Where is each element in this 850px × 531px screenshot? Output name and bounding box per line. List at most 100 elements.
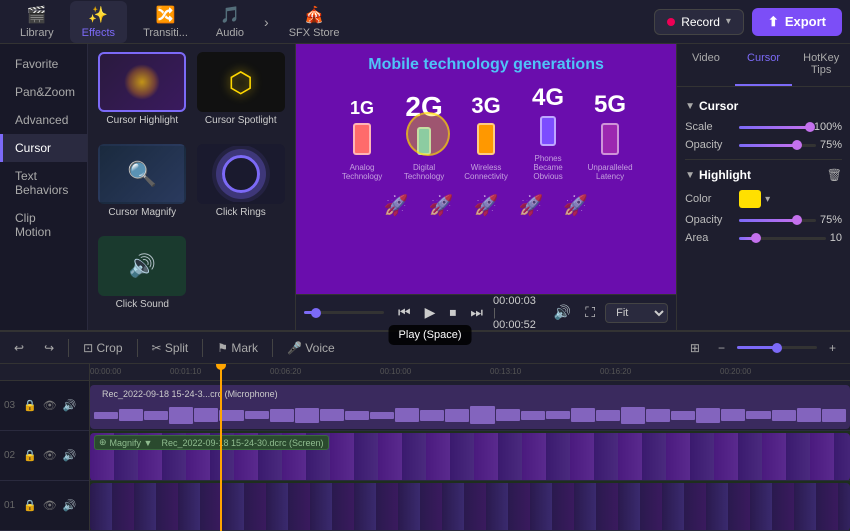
skip-forward-button[interactable]: ⏭ xyxy=(466,302,487,323)
track-02-lock-button[interactable]: 🔒 xyxy=(22,448,38,463)
main-area: Favorite Pan&Zoom Advanced Cursor Text B… xyxy=(0,44,850,330)
magnify-badge: ⊕ Magnify ▼ Rec_2022-09-18 15-24-30.dcrc… xyxy=(94,435,329,450)
record-dropdown-icon: ▾ xyxy=(726,16,731,27)
zoom-slider[interactable] xyxy=(737,346,817,349)
tab-cursor[interactable]: Cursor xyxy=(735,44,793,86)
opacity-thumb xyxy=(792,140,802,150)
click-sound-thumb xyxy=(98,236,186,296)
tab-video[interactable]: Video xyxy=(677,44,735,86)
scale-slider[interactable] xyxy=(739,126,810,129)
preview-title: Mobile technology generations xyxy=(368,56,604,74)
track-body: 00:00:00 00:01:10 00:06:20 00:10:00 00:1… xyxy=(90,364,850,531)
track-03-eye-button[interactable]: 👁 xyxy=(42,398,58,413)
track-03-label: 03 🔒 👁 🔊 xyxy=(0,381,89,431)
nav-panzoom[interactable]: Pan&Zoom xyxy=(0,78,87,106)
track-03-lock-button[interactable]: 🔒 xyxy=(22,398,38,413)
phone-3g xyxy=(477,123,495,155)
highlight-opacity-slider[interactable] xyxy=(739,219,816,222)
voice-button[interactable]: 🎤 Voice xyxy=(281,339,341,357)
preview-right-controls: 🔊 ⛶ Fit 100% 75% xyxy=(550,302,668,323)
tab-transitions[interactable]: 🔀 Transiti... xyxy=(131,1,200,43)
nav-clip[interactable]: Clip Motion xyxy=(0,204,87,246)
more-tabs-icon[interactable]: › xyxy=(260,10,273,34)
preview-progress-bar[interactable] xyxy=(304,311,384,314)
nav-favorite[interactable]: Favorite xyxy=(0,50,87,78)
effect-cursor-spotlight[interactable]: Cursor Spotlight xyxy=(195,52,288,138)
stop-button[interactable]: ⏹ xyxy=(445,302,460,323)
split-button[interactable]: ✂ Split xyxy=(146,339,195,357)
cursor-section-header: ▼ Cursor xyxy=(685,99,842,113)
tab-hotkey-tips[interactable]: HotKey Tips xyxy=(792,44,850,86)
toolbar-sep-4 xyxy=(272,339,273,357)
play-button[interactable]: ▶ Play (Space) xyxy=(421,302,440,323)
scale-fill xyxy=(739,126,810,129)
nav-cursor[interactable]: Cursor xyxy=(0,134,87,162)
skip-back-button[interactable]: ⏮ xyxy=(394,302,415,323)
nav-text[interactable]: Text Behaviors xyxy=(0,162,87,204)
track-03-row[interactable]: Rec_2022-09-18 15-24-3...crc (Microphone… xyxy=(90,381,850,431)
track-01-row[interactable] xyxy=(90,481,850,531)
track-03-audio-button[interactable]: 🔊 xyxy=(62,398,78,413)
click-rings-thumb xyxy=(197,144,285,204)
record-dot-icon xyxy=(667,18,675,26)
track-01-audio-button[interactable]: 🔊 xyxy=(62,498,78,513)
tab-audio[interactable]: 🎵 Audio xyxy=(204,1,256,43)
video-clip-02: ⊕ Magnify ▼ Rec_2022-09-18 15-24-30.dcrc… xyxy=(90,433,850,481)
tab-effects[interactable]: ✨ Effects xyxy=(70,1,127,43)
magnify-icon: ⊕ xyxy=(99,437,107,448)
cursor-opacity-row: Opacity 75% xyxy=(685,139,842,151)
phone-2g xyxy=(417,127,431,155)
nav-advanced[interactable]: Advanced xyxy=(0,106,87,134)
effect-cursor-magnify[interactable]: Cursor Magnify xyxy=(96,144,189,230)
area-slider[interactable] xyxy=(739,237,826,240)
top-toolbar: 🎬 Library ✨ Effects 🔀 Transiti... 🎵 Audi… xyxy=(0,0,850,44)
video-clip-01 xyxy=(90,483,850,531)
track-02-icons: 🔒 👁 🔊 xyxy=(22,448,77,463)
redo-button[interactable]: ↪ xyxy=(38,339,60,357)
preview-generations: 1G Analog Technology 2G Digital Technolo… xyxy=(337,84,635,181)
fullscreen-button[interactable]: ⛶ xyxy=(581,302,599,323)
zoom-thumb xyxy=(772,343,782,353)
timeline-ruler: 00:00:00 00:01:10 00:06:20 00:10:00 00:1… xyxy=(90,364,850,381)
color-swatch[interactable] xyxy=(739,190,761,208)
add-track-button[interactable]: ⊞ xyxy=(684,339,706,357)
cursor-spotlight-thumb xyxy=(197,52,285,112)
ruler-label-spacer xyxy=(0,364,89,381)
volume-button[interactable]: 🔊 xyxy=(550,302,575,323)
undo-button[interactable]: ↩ xyxy=(8,339,30,357)
highlight-section-header: ▼ Highlight 🗑 xyxy=(685,168,842,182)
library-icon: 🎬 xyxy=(27,5,47,25)
track-01-lock-button[interactable]: 🔒 xyxy=(22,498,38,513)
track-02-row[interactable]: ⊕ Magnify ▼ Rec_2022-09-18 15-24-30.dcrc… xyxy=(90,431,850,481)
effect-click-rings[interactable]: Click Rings xyxy=(195,144,288,230)
export-button[interactable]: ⬆ Export xyxy=(752,8,842,36)
opacity-slider[interactable] xyxy=(739,144,816,147)
track-02-audio-button[interactable]: 🔊 xyxy=(62,448,78,463)
area-thumb xyxy=(751,233,761,243)
track-02-eye-button[interactable]: 👁 xyxy=(42,448,58,463)
audio-icon: 🎵 xyxy=(220,5,240,25)
phone-4g xyxy=(540,116,556,146)
h-opacity-thumb xyxy=(792,215,802,225)
track-03-icons: 🔒 👁 🔊 xyxy=(22,398,77,413)
crop-button[interactable]: ⊡ Crop xyxy=(77,339,128,357)
mark-button[interactable]: ⚑ Mark xyxy=(211,339,264,357)
zoom-out-button[interactable]: − xyxy=(712,339,731,357)
highlight-delete-button[interactable]: 🗑 xyxy=(827,168,842,182)
zoom-in-button[interactable]: + xyxy=(823,339,842,357)
highlight-color-row: Color ▾ xyxy=(685,190,842,208)
effect-click-sound[interactable]: Click Sound xyxy=(96,236,189,322)
record-button[interactable]: Record ▾ xyxy=(654,9,744,35)
fit-select[interactable]: Fit 100% 75% xyxy=(605,303,668,323)
color-dropdown-icon[interactable]: ▾ xyxy=(765,194,770,205)
track-01-eye-button[interactable]: 👁 xyxy=(42,498,58,513)
tab-sfx[interactable]: 🎪 SFX Store xyxy=(277,1,352,43)
effect-cursor-highlight[interactable]: Cursor Highlight xyxy=(96,52,189,138)
zoom-fill xyxy=(737,346,777,349)
preview-panel: Mobile technology generations 1G Analog … xyxy=(296,44,676,330)
cursor-highlight-thumb xyxy=(98,52,186,112)
tab-library[interactable]: 🎬 Library xyxy=(8,1,66,43)
cursor-magnify-thumb xyxy=(98,144,186,204)
right-content: ▼ Cursor Scale 100% Opacity 75% xyxy=(677,87,850,330)
export-icon: ⬆ xyxy=(768,14,779,30)
